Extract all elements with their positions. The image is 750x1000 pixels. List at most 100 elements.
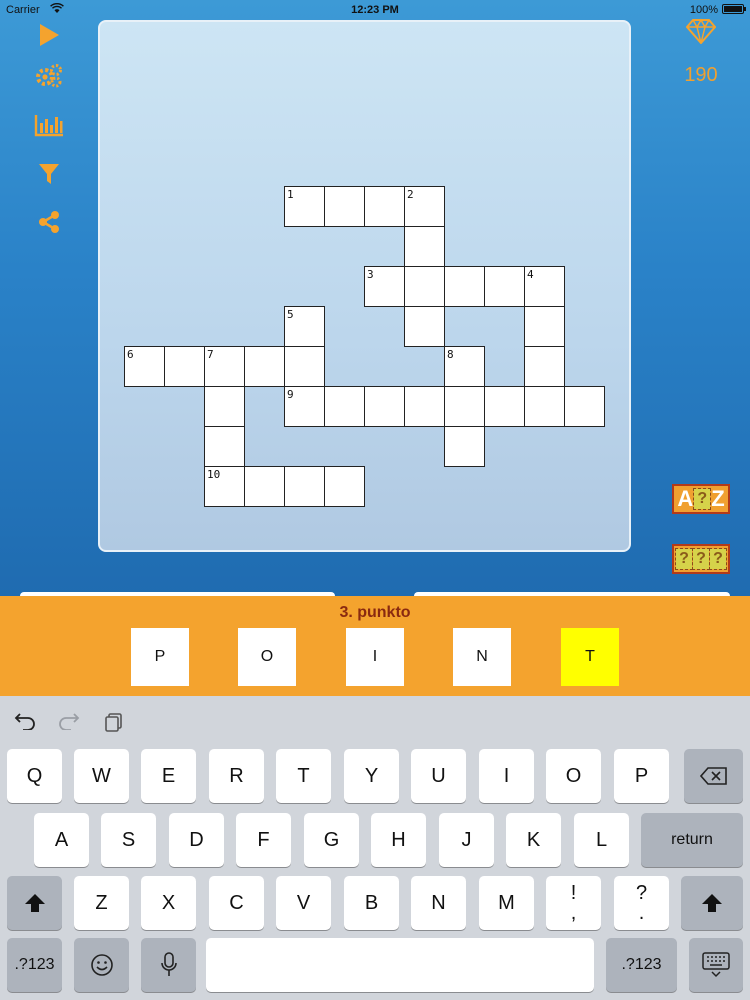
key-x[interactable]: X xyxy=(141,876,196,930)
crossword-cell[interactable]: 7 xyxy=(204,346,245,387)
paste-icon[interactable] xyxy=(104,712,124,737)
key-j[interactable]: J xyxy=(439,813,494,867)
clock: 12:23 PM xyxy=(351,4,399,16)
emoji-key[interactable] xyxy=(74,938,129,992)
crossword-cell[interactable] xyxy=(564,386,605,427)
key-e[interactable]: E xyxy=(141,749,196,803)
emoji-icon xyxy=(90,954,113,976)
crossword-cell[interactable] xyxy=(244,466,285,507)
clue-number: 7 xyxy=(207,348,214,361)
crossword-cell[interactable] xyxy=(204,426,245,467)
crossword-cell[interactable]: 10 xyxy=(204,466,245,507)
key-i[interactable]: I xyxy=(479,749,534,803)
stats-button[interactable] xyxy=(34,110,64,140)
key-r[interactable]: R xyxy=(209,749,264,803)
key-p[interactable]: P xyxy=(614,749,669,803)
clue-number: 5 xyxy=(287,308,294,321)
crossword-cell[interactable] xyxy=(484,386,525,427)
crossword-cell[interactable]: 6 xyxy=(124,346,165,387)
crossword-cell[interactable]: 1 xyxy=(284,186,325,227)
dictation-key[interactable] xyxy=(141,938,196,992)
share-icon xyxy=(39,211,59,233)
crossword-cell[interactable] xyxy=(244,346,285,387)
crossword-cell[interactable] xyxy=(524,346,565,387)
shift-icon xyxy=(702,894,722,912)
key-t[interactable]: T xyxy=(276,749,331,803)
diamond-icon xyxy=(686,18,716,44)
key-y[interactable]: Y xyxy=(344,749,399,803)
shift-key-left[interactable] xyxy=(7,876,62,930)
crossword-cell[interactable] xyxy=(404,266,445,307)
key-m[interactable]: M xyxy=(479,876,534,930)
crossword-cell[interactable] xyxy=(324,186,365,227)
crossword-cell[interactable] xyxy=(284,466,325,507)
key-w[interactable]: W xyxy=(74,749,129,803)
crossword-cell[interactable] xyxy=(524,306,565,347)
crossword-cell[interactable]: 2 xyxy=(404,186,445,227)
key-o[interactable]: O xyxy=(546,749,601,803)
answer-letter-cell[interactable]: N xyxy=(453,628,511,686)
settings-button[interactable] xyxy=(34,60,64,90)
crossword-cell[interactable]: 5 xyxy=(284,306,325,347)
crossword-cell[interactable] xyxy=(404,386,445,427)
space-key[interactable] xyxy=(206,938,594,992)
key-top-char: ? xyxy=(635,882,648,904)
crossword-cell[interactable] xyxy=(444,386,485,427)
undo-icon[interactable] xyxy=(14,712,36,735)
key-g[interactable]: G xyxy=(304,813,359,867)
answer-letter-cell[interactable]: I xyxy=(346,628,404,686)
key-h[interactable]: H xyxy=(371,813,426,867)
key-top-char: ! xyxy=(570,882,577,904)
key-b[interactable]: B xyxy=(344,876,399,930)
answer-letter-cell[interactable]: O xyxy=(238,628,296,686)
crossword-cell[interactable] xyxy=(484,266,525,307)
crossword-cell[interactable] xyxy=(284,346,325,387)
key-l[interactable]: L xyxy=(574,813,629,867)
crossword-cell[interactable] xyxy=(324,466,365,507)
answer-letter-cell-active[interactable]: T xyxy=(561,628,619,686)
redo-icon[interactable] xyxy=(58,712,80,735)
crossword-cell[interactable] xyxy=(364,186,405,227)
key-v[interactable]: V xyxy=(276,876,331,930)
crossword-cell[interactable] xyxy=(404,226,445,267)
key-n[interactable]: N xyxy=(411,876,466,930)
shift-key-right[interactable] xyxy=(681,876,743,930)
key-s[interactable]: S xyxy=(101,813,156,867)
crossword-cell[interactable]: 9 xyxy=(284,386,325,427)
crossword-cell[interactable] xyxy=(524,386,565,427)
numbers-key-right[interactable]: .?123 xyxy=(606,938,677,992)
crossword-cell[interactable] xyxy=(404,306,445,347)
key-q[interactable]: Q xyxy=(7,749,62,803)
play-icon xyxy=(40,24,59,46)
return-key[interactable]: return xyxy=(641,813,743,867)
key-question-period[interactable]: ? . xyxy=(614,876,669,930)
crossword-cell[interactable] xyxy=(444,426,485,467)
crossword-cell[interactable]: 3 xyxy=(364,266,405,307)
backspace-key[interactable] xyxy=(684,749,743,803)
numbers-key-left[interactable]: .?123 xyxy=(7,938,62,992)
answer-letter-cell[interactable]: P xyxy=(131,628,189,686)
share-button[interactable] xyxy=(34,207,64,237)
shift-icon xyxy=(24,894,45,912)
key-f[interactable]: F xyxy=(236,813,291,867)
key-z[interactable]: Z xyxy=(74,876,129,930)
reveal-letter-button[interactable]: A ? Z xyxy=(672,484,730,514)
crossword-cell[interactable] xyxy=(364,386,405,427)
key-c[interactable]: C xyxy=(209,876,264,930)
crossword-cell[interactable] xyxy=(444,266,485,307)
reveal-word-button[interactable]: ? ? ? xyxy=(672,544,730,574)
clue-number: 1 xyxy=(287,188,294,201)
crossword-cell[interactable]: 4 xyxy=(524,266,565,307)
crossword-cell[interactable] xyxy=(324,386,365,427)
key-a[interactable]: A xyxy=(34,813,89,867)
key-d[interactable]: D xyxy=(169,813,224,867)
key-exclamation-comma[interactable]: ! , xyxy=(546,876,601,930)
crossword-cell[interactable] xyxy=(164,346,205,387)
key-k[interactable]: K xyxy=(506,813,561,867)
key-u[interactable]: U xyxy=(411,749,466,803)
crossword-cell[interactable] xyxy=(204,386,245,427)
hide-keyboard-key[interactable] xyxy=(689,938,743,992)
filter-button[interactable] xyxy=(34,159,64,189)
crossword-cell[interactable]: 8 xyxy=(444,346,485,387)
play-button[interactable] xyxy=(34,20,64,50)
